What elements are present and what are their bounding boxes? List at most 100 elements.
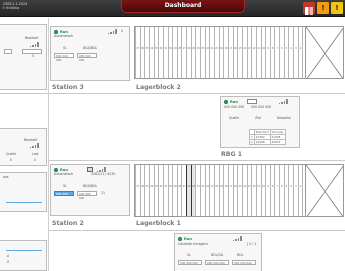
rack-cell[interactable]: 10 — [260, 27, 266, 78]
rack-cell[interactable]: 20 — [214, 165, 219, 216]
rack-cell-label: 31 — [164, 47, 168, 50]
rack-cell[interactable]: 30 — [167, 27, 173, 78]
rack-cell[interactable]: 32 — [158, 27, 163, 78]
rack-cell[interactable]: 14 — [241, 27, 247, 78]
alarm-icon[interactable]: ! — [331, 2, 343, 14]
left-panel-bottom2[interactable]: -0 -0 — [0, 240, 47, 271]
run-status-icon — [224, 100, 228, 104]
rack-cell[interactable]: 34 — [148, 165, 154, 216]
rack-cell[interactable]: 35 — [144, 165, 149, 216]
rack-cell-label: 37 — [136, 185, 140, 188]
rack-cell[interactable]: 16 — [232, 165, 238, 216]
rack-cell-label: 28 — [178, 47, 182, 50]
rack-cell[interactable]: 36 — [139, 27, 145, 78]
rack-cell[interactable]: 28 — [176, 27, 182, 78]
rack-cell[interactable]: 14 — [241, 165, 247, 216]
rack-cell[interactable]: 7 — [274, 165, 279, 216]
rack-cell[interactable]: 37 — [135, 165, 140, 216]
rack-cell[interactable]: 15 — [237, 165, 242, 216]
rack-cell-label: 14 — [243, 185, 247, 188]
rack-cell[interactable]: 27 — [181, 27, 186, 78]
rack-cell-label: 25 — [192, 47, 196, 50]
rack-cell[interactable]: 36 — [139, 165, 145, 216]
cassette-field-2: 000 000 000 — [205, 260, 229, 265]
rack-cell-label: 18 — [224, 185, 228, 188]
rack-cell[interactable]: 16 — [232, 27, 238, 78]
rack-cell[interactable]: 6 — [279, 27, 284, 78]
rack-cell[interactable]: 30 — [167, 165, 173, 216]
rack-cell[interactable]: 9 — [265, 27, 270, 78]
rack-cell[interactable]: 29 — [172, 27, 177, 78]
rack-cell[interactable]: 8 — [269, 165, 275, 216]
rack-cell[interactable]: 21 — [209, 165, 214, 216]
rack-cell[interactable]: 26 — [186, 27, 191, 78]
rack-cell[interactable]: 24 — [195, 27, 200, 78]
rack-cell[interactable]: 11 — [255, 27, 261, 78]
left-panel-bottom[interactable]: oos — [0, 172, 47, 212]
rack-cell[interactable]: 27 — [181, 165, 186, 216]
rack-cell[interactable]: 21 — [209, 27, 214, 78]
rack-cell[interactable]: 17 — [227, 27, 233, 78]
rack-cell[interactable]: 33 — [153, 165, 159, 216]
rack-cell[interactable]: 29 — [172, 165, 177, 216]
cassette-panel[interactable]: Run Cassette einlagern [ 0 / 1 VL BGL/GA… — [174, 233, 262, 271]
rack-cell[interactable]: 23 — [200, 27, 205, 78]
warning-icon[interactable]: ! — [317, 2, 329, 14]
station-3-panel[interactable]: Run Automatsch 0 VL BGA/BGL 000 000 000 … — [50, 26, 130, 81]
rack-cell[interactable]: 19 — [218, 165, 224, 216]
rack-cell[interactable]: 12 — [251, 165, 256, 216]
rack-cell[interactable]: 2 — [297, 27, 303, 78]
rack-cell[interactable]: 4 — [288, 27, 293, 78]
rack-cell[interactable]: 2 — [297, 165, 303, 216]
rack-cell[interactable]: 10 — [260, 165, 266, 216]
rack-cell[interactable]: 15 — [237, 27, 242, 78]
left-panel-mid[interactable]: Bearbeit Quelle Last 0 0 — [0, 128, 47, 166]
rack-cell[interactable]: 35 — [144, 27, 149, 78]
rack-cell[interactable]: 18 — [223, 165, 228, 216]
rack-cell[interactable]: 22 — [204, 165, 210, 216]
rack-cell[interactable]: 12 — [251, 27, 256, 78]
rack-cell-label: 10 — [261, 47, 265, 50]
station-2-mode: Automatsch — [54, 172, 74, 176]
doors-icon[interactable] — [303, 2, 315, 15]
rack-cell[interactable]: 3 — [293, 165, 298, 216]
rack-cell[interactable]: 7 — [274, 27, 279, 78]
rack-cell[interactable]: 4 — [288, 165, 293, 216]
rack-cell[interactable]: 26 — [186, 165, 191, 216]
rack-cell[interactable]: 13 — [246, 165, 252, 216]
rack-cell[interactable]: 23 — [200, 165, 205, 216]
table-cell: 22872 — [269, 139, 286, 145]
rbg-1-h-ziel: Ziel — [255, 116, 261, 120]
rack-cell[interactable]: 11 — [255, 165, 261, 216]
rack-cell[interactable]: 19 — [218, 27, 224, 78]
lagerblock-2-rack[interactable]: 1 2 3 4 5 6 7 8 9 10 11 12 13 14 15 16 17 18 19 20 21 22 23 24 2… — [134, 26, 344, 79]
left-top-field-a — [4, 49, 12, 54]
rack-cell[interactable]: 20 — [214, 27, 219, 78]
rack-cell[interactable]: 18 — [223, 27, 228, 78]
rack-cell[interactable]: 37 — [135, 27, 140, 78]
rack-cell[interactable]: 17 — [227, 165, 233, 216]
rack-cell[interactable]: 31 — [162, 165, 168, 216]
rack-cell[interactable]: 9 — [265, 165, 270, 216]
rack-cell[interactable]: 3 — [293, 27, 298, 78]
cassette-col2: BGL/GA — [211, 253, 224, 257]
rack-cell[interactable]: 13 — [246, 27, 252, 78]
rack-cell[interactable]: 31 — [162, 27, 168, 78]
rack-cell[interactable]: 5 — [283, 165, 289, 216]
rack-cell[interactable]: 34 — [148, 27, 154, 78]
left-panel-top[interactable]: Bearbeit 0 — [0, 24, 47, 90]
rack-cell[interactable]: 25 — [190, 27, 196, 78]
rbg-1-panel[interactable]: Run 000 000 000 000 000 000 Quelle Ziel … — [220, 96, 300, 148]
rack-cell[interactable]: 32 — [158, 165, 163, 216]
rack-cell[interactable]: 28 — [176, 165, 182, 216]
station-2-panel[interactable]: Run Automatsch 3282/11 | 6130 VL BGA/BGL… — [50, 164, 130, 216]
rack-cell[interactable]: 5 — [283, 27, 289, 78]
rack-cell[interactable]: 6 — [279, 165, 284, 216]
rack-cell[interactable]: 24 — [195, 165, 200, 216]
rack-cell[interactable]: 25 — [190, 165, 196, 216]
cross-box-icon — [305, 165, 343, 216]
rack-cell[interactable]: 22 — [204, 27, 210, 78]
rack-cell[interactable]: 8 — [269, 27, 275, 78]
lagerblock-1-rack[interactable]: 1 2 3 4 5 6 7 8 9 10 11 12 13 14 15 16 17 18 19 20 21 22 23 24 2… — [134, 164, 344, 217]
rack-cell[interactable]: 33 — [153, 27, 159, 78]
